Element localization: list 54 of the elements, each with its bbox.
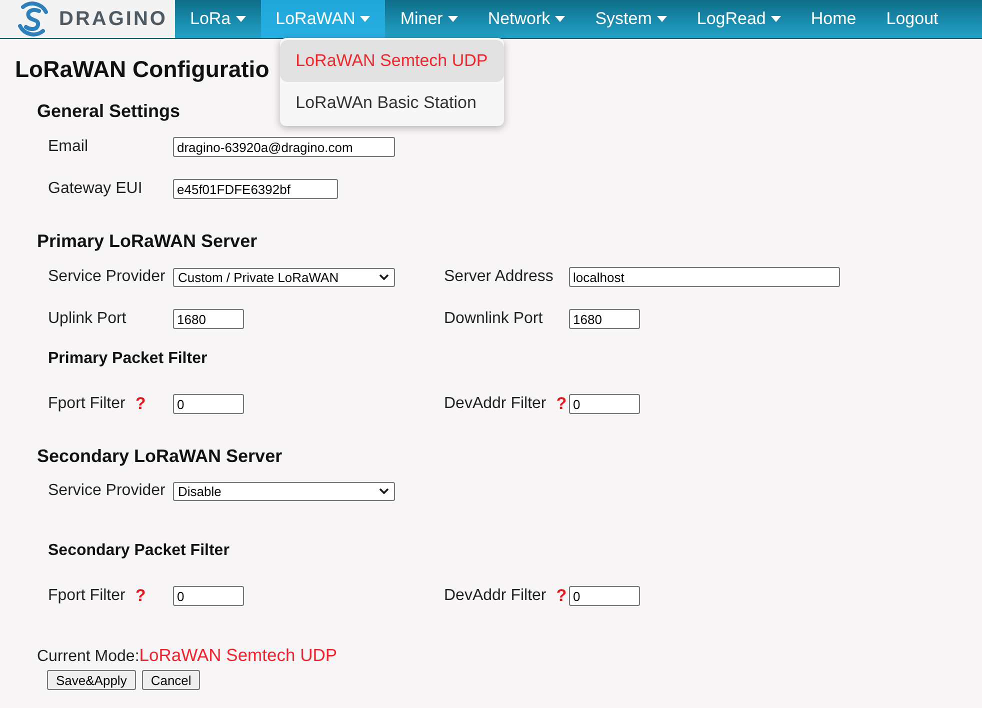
dropdown-select[interactable]: Custom / Private LoRaWAN bbox=[173, 268, 395, 286]
menu-item[interactable]: LoRaWAn Basic Station bbox=[280, 82, 504, 124]
field-label: Uplink Port bbox=[48, 309, 126, 329]
help-icon[interactable]: ? bbox=[556, 394, 567, 414]
text-field[interactable]: 0 bbox=[569, 586, 640, 606]
help-icon[interactable]: ? bbox=[135, 586, 146, 606]
help-icon[interactable]: ? bbox=[135, 394, 146, 414]
save-button[interactable]: Save&Apply bbox=[47, 670, 136, 690]
text-field[interactable]: 0 bbox=[173, 586, 244, 606]
text-field[interactable]: dragino-63920a@dragino.com bbox=[173, 137, 395, 157]
logo-text: DRAGINO bbox=[59, 7, 168, 31]
field-label: Email bbox=[48, 137, 88, 157]
text-field[interactable]: 0 bbox=[569, 394, 640, 414]
caret-icon bbox=[770, 16, 781, 22]
caret-icon bbox=[448, 16, 458, 22]
field-label: Server Address bbox=[444, 267, 554, 287]
nav-tab[interactable]: LogRead bbox=[682, 0, 796, 38]
section-heading: Secondary LoRaWAN Server bbox=[37, 445, 282, 467]
help-icon[interactable]: ? bbox=[556, 586, 567, 606]
field-label: DevAddr Filter bbox=[444, 586, 546, 606]
dropdown-select[interactable]: Disable bbox=[173, 482, 395, 500]
subsection-heading: Secondary Packet Filter bbox=[48, 541, 230, 561]
cancel-button[interactable]: Cancel bbox=[142, 670, 200, 690]
field-label: Fport Filter bbox=[48, 394, 126, 414]
text-field[interactable]: localhost bbox=[569, 267, 840, 287]
section-heading: Primary LoRaWAN Server bbox=[37, 230, 258, 252]
text-field[interactable]: e45f01FDFE6392bf bbox=[173, 179, 338, 199]
caret-icon bbox=[236, 16, 246, 22]
field-label: Service Provider bbox=[48, 481, 166, 501]
caret-icon bbox=[656, 16, 667, 22]
nav-tab[interactable]: Home bbox=[796, 0, 872, 38]
mode-value: LoRaWAN Semtech UDP bbox=[139, 645, 338, 665]
page-title: LoRaWAN Configuratio bbox=[15, 56, 270, 82]
nav-tab[interactable]: Miner bbox=[385, 0, 473, 38]
field-label: DevAddr Filter bbox=[444, 394, 546, 414]
mode-label: Current Mode: bbox=[37, 647, 140, 667]
field-label: Service Provider bbox=[48, 267, 166, 287]
text-field[interactable]: 1680 bbox=[569, 309, 640, 329]
nav-tab[interactable]: Network bbox=[472, 0, 580, 38]
nav-tab[interactable]: Logout bbox=[871, 0, 954, 38]
nav-tab[interactable]: LoRa bbox=[175, 0, 261, 38]
field-label: Gateway EUI bbox=[48, 179, 142, 199]
text-field[interactable]: 1680 bbox=[173, 309, 244, 329]
chevron-down-icon bbox=[379, 274, 389, 280]
text-field[interactable]: 0 bbox=[173, 394, 244, 414]
subsection-heading: Primary Packet Filter bbox=[48, 349, 208, 369]
field-label: Downlink Port bbox=[444, 309, 543, 329]
caret-icon bbox=[360, 16, 370, 22]
chevron-down-icon bbox=[379, 488, 389, 494]
field-label: Fport Filter bbox=[48, 586, 126, 606]
nav-tab[interactable]: System bbox=[580, 0, 682, 38]
caret-icon bbox=[555, 16, 566, 22]
logo-icon bbox=[15, 1, 51, 37]
section-heading: General Settings bbox=[37, 100, 180, 122]
